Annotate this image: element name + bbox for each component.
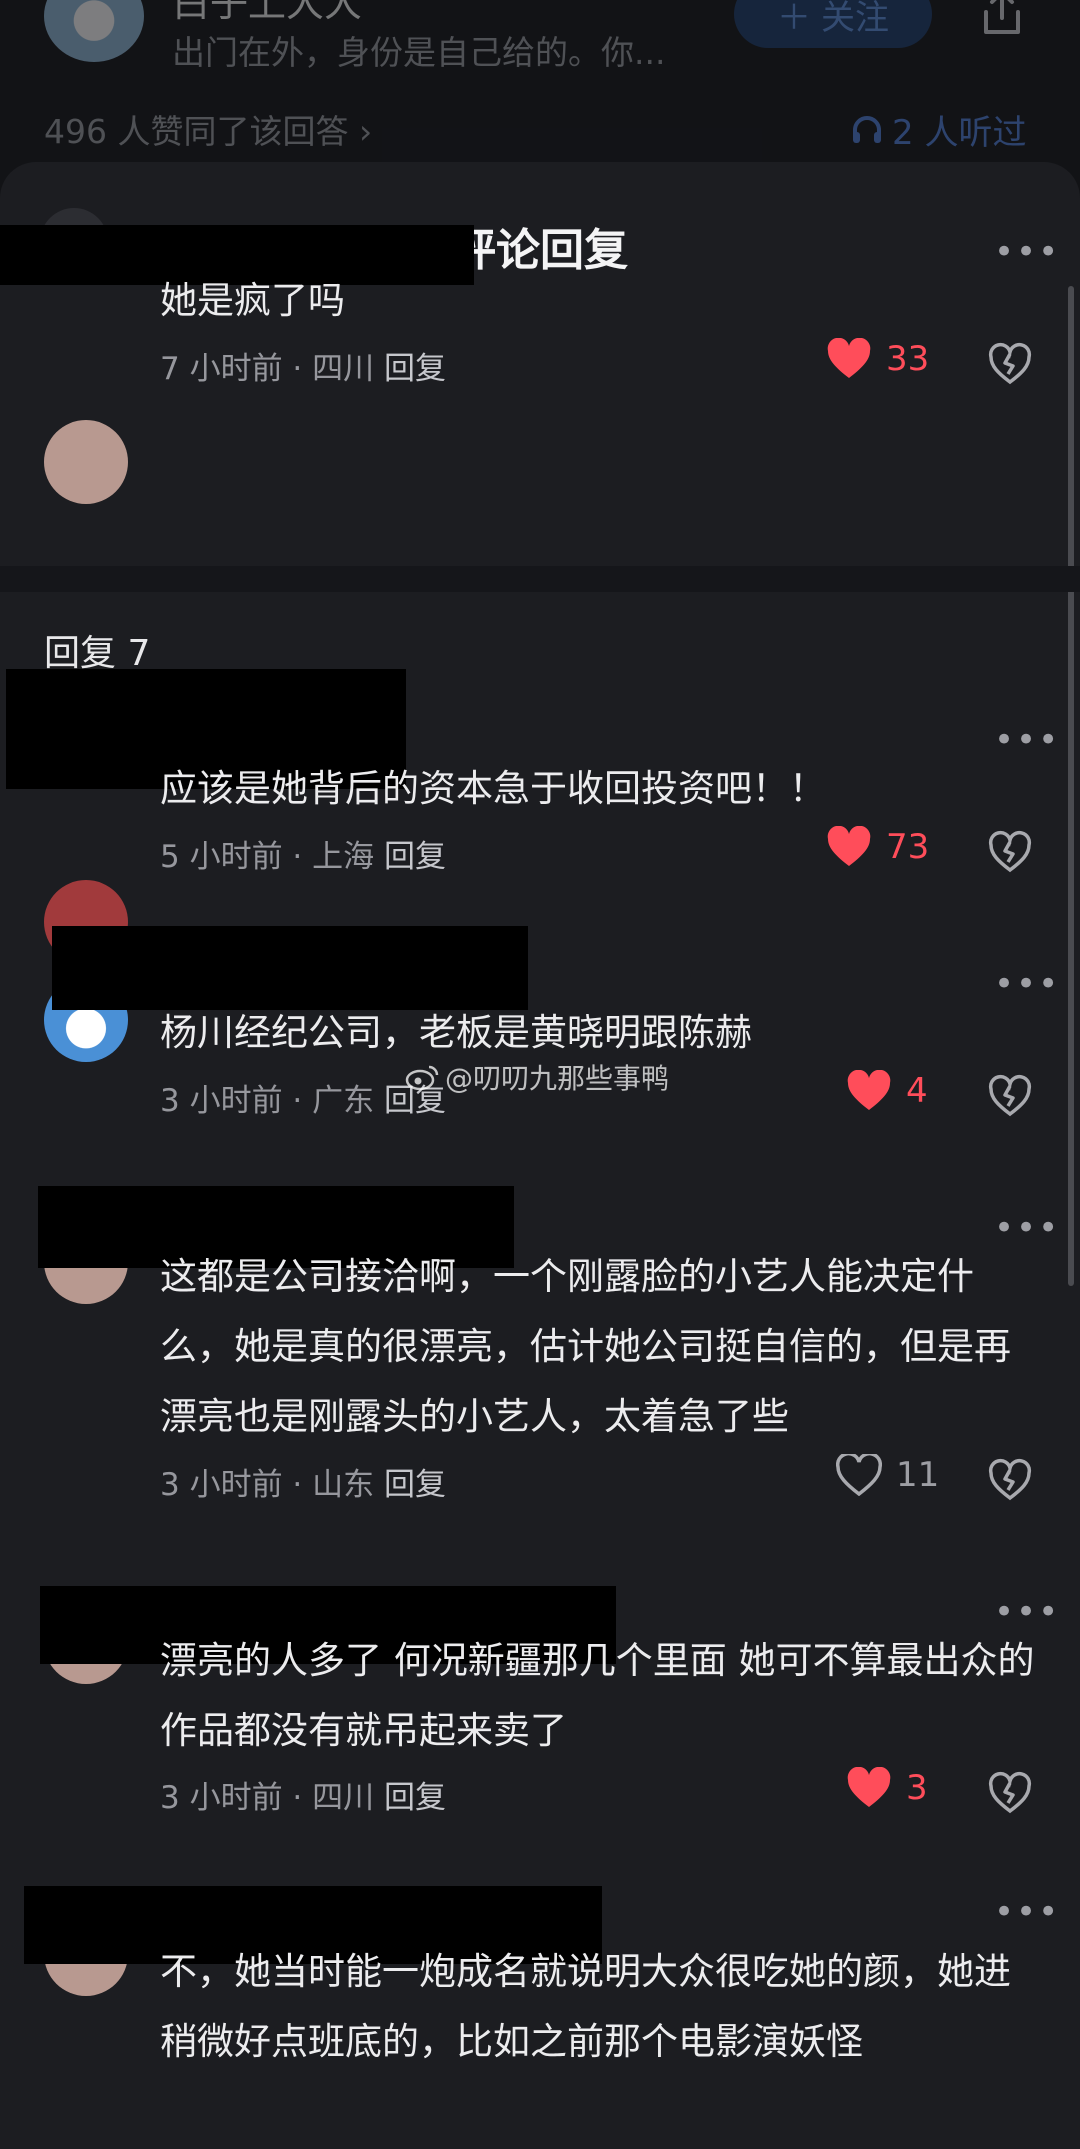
comment-location: 四川 xyxy=(312,351,375,387)
comment-location: 广东 xyxy=(312,1083,375,1119)
more-dots-icon[interactable]: ••• xyxy=(994,1892,1060,1932)
section-divider xyxy=(0,566,1080,592)
comment-meta: 3 小时前 · 广东 回复 xyxy=(160,1083,446,1119)
author-name[interactable]: 白子上大大 xyxy=(172,0,362,27)
broken-heart-icon[interactable] xyxy=(988,1074,1032,1118)
watermark-text: @叨叨九那些事鸭 xyxy=(445,1062,670,1095)
upvote-count-link[interactable]: 496 人赞同了该回答 › xyxy=(44,105,372,153)
reply-link[interactable]: 回复 xyxy=(384,1467,446,1503)
comment-text: 应该是她背后的资本急于收回投资吧！！ xyxy=(160,767,826,810)
broken-heart-icon[interactable] xyxy=(988,342,1032,386)
share-icon[interactable] xyxy=(978,0,1026,38)
like-count: 73 xyxy=(886,827,930,867)
comment-time: 7 小时前 xyxy=(160,351,283,387)
follow-button[interactable]: ＋ 关注 xyxy=(734,0,932,48)
like-button[interactable]: 11 xyxy=(836,1454,939,1496)
comment-time: 3 小时前 xyxy=(160,1780,283,1816)
reply-link[interactable]: 回复 xyxy=(384,1780,446,1816)
comment-text: 漂亮的人多了 何况新疆那几个里面 她可不算最出众的 作品都没有就吊起来卖了 xyxy=(160,1639,1035,1752)
comment-reply-sheet: 评论回复 ••• 她是疯了吗 7 小时前 · 四川 回复 33 回复 7 •••… xyxy=(0,162,1080,2149)
plus-icon: ＋ xyxy=(777,0,811,38)
comment-time: 3 小时前 xyxy=(160,1083,283,1119)
author-description: 出门在外，身份是自己给的。你... xyxy=(172,33,666,72)
scrollbar[interactable] xyxy=(1068,286,1074,1286)
headphones-icon xyxy=(853,115,881,143)
comment-text: 她是疯了吗 xyxy=(160,279,345,322)
broken-heart-icon[interactable] xyxy=(988,830,1032,874)
heart-icon xyxy=(827,338,871,378)
comment-meta: 3 小时前 · 山东 回复 xyxy=(160,1467,446,1503)
upvote-text: 496 人赞同了该回答 xyxy=(44,112,349,151)
follow-label: 关注 xyxy=(821,0,889,38)
comment-meta: 5 小时前 · 上海 回复 xyxy=(160,839,446,875)
comment-time: 5 小时前 xyxy=(160,839,283,875)
heart-outline-icon xyxy=(836,1454,882,1496)
listen-text: 2 人听过 xyxy=(892,113,1027,153)
like-count: 3 xyxy=(906,1768,928,1808)
broken-heart-icon[interactable] xyxy=(988,1458,1032,1502)
broken-heart-icon[interactable] xyxy=(988,1771,1032,1815)
like-button[interactable]: 3 xyxy=(846,1767,928,1809)
avatar[interactable] xyxy=(44,420,128,504)
chevron-right-icon: › xyxy=(358,112,373,151)
author-avatar[interactable] xyxy=(44,0,144,62)
like-button[interactable]: 4 xyxy=(846,1070,928,1112)
like-count: 11 xyxy=(896,1455,940,1495)
comment-meta: 7 小时前 · 四川 回复 xyxy=(160,351,446,387)
comment-location: 四川 xyxy=(312,1780,375,1816)
comment-location: 上海 xyxy=(312,839,375,875)
comment-meta: 3 小时前 · 四川 回复 xyxy=(160,1780,446,1816)
comment-text: 这都是公司接洽啊，一个刚露脸的小艺人能决定什么，她是真的很漂亮，估计她公司挺自信… xyxy=(160,1255,1011,1438)
background-page: 白子上大大 出门在外，身份是自己给的。你... ＋ 关注 496 人赞同了该回答… xyxy=(0,0,1080,180)
weibo-logo-icon xyxy=(405,1065,439,1091)
like-count: 4 xyxy=(906,1071,928,1111)
heart-icon xyxy=(847,1767,891,1807)
listen-count[interactable]: 2 人听过 xyxy=(850,105,1026,154)
reply-link[interactable]: 回复 xyxy=(384,839,446,875)
like-count: 33 xyxy=(886,339,930,379)
like-button[interactable]: 73 xyxy=(826,826,929,868)
comment-text: 不，她当时能一炮成名就说明大众很吃她的颜，她进稍微好点班底的，比如之前那个电影演… xyxy=(160,1950,1011,2063)
comment-time: 3 小时前 xyxy=(160,1467,283,1503)
like-button[interactable]: 33 xyxy=(826,338,929,380)
heart-icon xyxy=(847,1070,891,1110)
heart-icon xyxy=(827,826,871,866)
comment-location: 山东 xyxy=(312,1467,375,1503)
watermark: @叨叨九那些事鸭 xyxy=(405,1057,669,1097)
reply-link[interactable]: 回复 xyxy=(384,351,446,387)
